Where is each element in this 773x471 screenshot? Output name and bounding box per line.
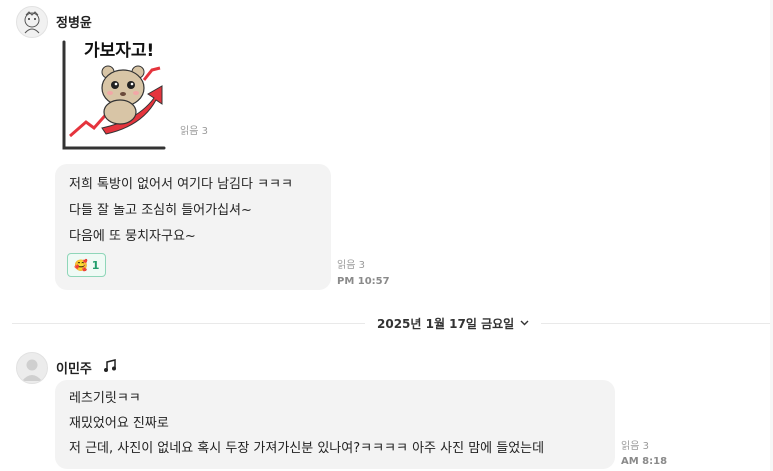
avatar-jeong[interactable] <box>16 6 48 38</box>
reaction-count: 1 <box>91 258 100 272</box>
avatar-lee[interactable] <box>16 352 48 384</box>
sticker-image[interactable]: 가보자고! <box>58 36 170 154</box>
sticker-caption: 가보자고! <box>84 41 155 61</box>
message-line: 저 근데, 사진이 없네요 혹시 두장 가져가신분 있나여?ㅋㅋㅋㅋ 아주 사진… <box>69 441 545 456</box>
message-time: PM 10:57 <box>337 276 390 287</box>
date-label: 2025년 1월 17일 금요일 <box>377 316 515 331</box>
read-count: 읽음 3 <box>621 441 649 452</box>
message-line: 다들 잘 놀고 조심히 들어가십셔~ <box>69 203 252 218</box>
sender-name[interactable]: 이민주 <box>56 358 92 377</box>
message-time: AM 8:18 <box>621 456 668 467</box>
default-profile-icon <box>22 359 42 381</box>
reaction-chip[interactable]: 🥰 1 <box>67 253 107 277</box>
read-count: 읽음 3 <box>180 126 208 137</box>
message-line: 다음에 또 뭉치자구요~ <box>69 229 196 244</box>
read-count: 읽음 3 <box>337 260 365 271</box>
message-line: 레츠기릿ㅋㅋ <box>69 391 141 406</box>
smiling-face-hearts-icon: 🥰 <box>74 258 88 272</box>
message-line: 재밌었어요 진짜로 <box>69 416 169 431</box>
date-divider[interactable]: 2025년 1월 17일 금요일 <box>365 315 542 331</box>
music-note-icon <box>104 359 116 372</box>
chevron-down-icon <box>520 320 529 326</box>
avatar-sketch-icon <box>24 11 40 34</box>
message-line: 저희 톡방이 없어서 여기다 남김다 ㅋㅋㅋ <box>69 177 293 192</box>
message-bubble[interactable]: 레츠기릿ㅋㅋ 재밌었어요 진짜로 저 근데, 사진이 없네요 혹시 두장 가져가… <box>55 380 615 469</box>
sender-name[interactable]: 정병윤 <box>56 12 92 31</box>
